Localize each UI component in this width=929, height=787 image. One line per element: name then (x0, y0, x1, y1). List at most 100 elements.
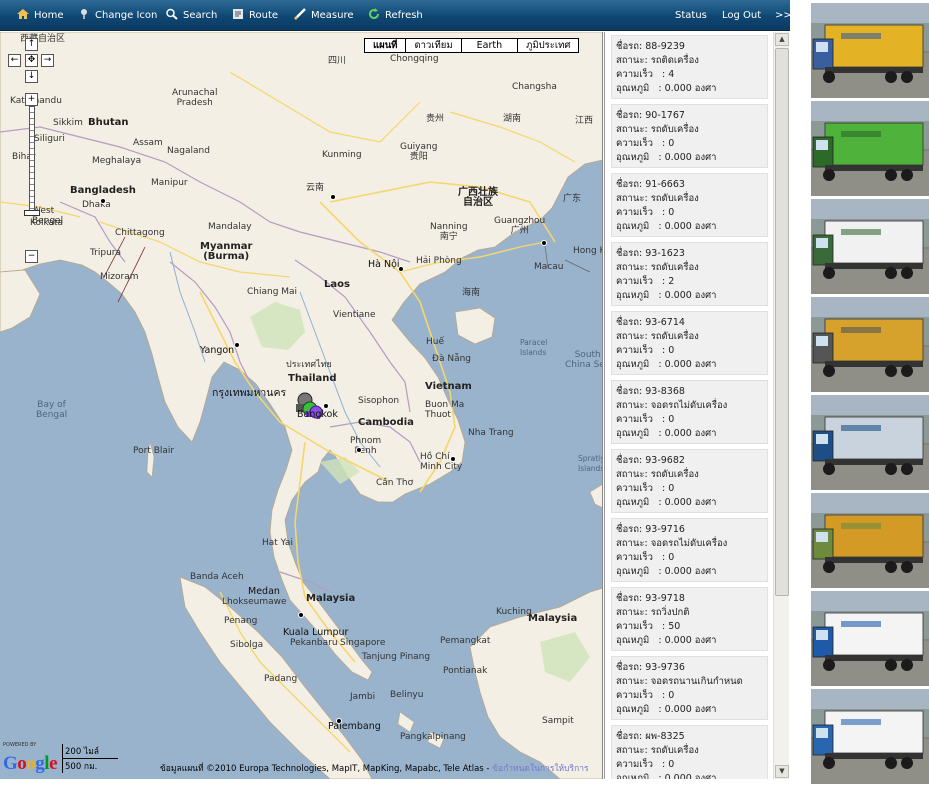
vehicle-list-scrollbar[interactable]: ▲ ▼ (773, 32, 789, 779)
map-label: Bay of Bengal (36, 400, 68, 420)
pan-down-button[interactable]: ↓ (25, 70, 38, 83)
map-type-selector: แผนที่ ดาวเทียม Earth ภูมิประเทศ (364, 38, 580, 53)
vehicle-name: ชื่อรถ: 90-1767 (616, 110, 685, 121)
map-label: Vietnam (425, 381, 472, 392)
home-icon (16, 8, 30, 20)
map-label: Đà Nẵng (432, 354, 472, 364)
pan-left-button[interactable]: ← (8, 54, 21, 67)
expand-toggle[interactable]: >> (775, 0, 792, 31)
pan-center-button[interactable]: ✥ (25, 54, 38, 67)
map-label: Cần Thơ (376, 478, 414, 488)
refresh-button[interactable]: Refresh (367, 0, 423, 31)
vehicle-speed: ความเร็ว : 0 (616, 345, 675, 356)
map-label: Cambodia (358, 417, 414, 428)
map-label: Nanning 南宁 (430, 222, 468, 242)
vehicle-temp: อุณหภูมิ : 0.000 องศา (616, 152, 717, 163)
map-label: Paracel Islands (520, 338, 548, 357)
map-label: Palembang (328, 721, 381, 732)
vehicle-status: สถานะ: รถวิ่งปกติ (616, 607, 690, 618)
home-button[interactable]: Home (16, 0, 64, 31)
map-label: Buon Ma Thuot (425, 400, 465, 420)
vehicle-card[interactable]: ชื่อรถ: 93-8368 สถานะ: จอดรถไม่ดับเครื่อง… (611, 380, 768, 444)
truck-photo-green-truck (811, 101, 929, 196)
vehicle-card[interactable]: ชื่อรถ: 93-9718 สถานะ: รถวิ่งปกติ ความเร็ว… (611, 587, 768, 651)
map-scale: 200 ไมล์ 500 กม. (62, 744, 148, 773)
logout-link[interactable]: Log Out (722, 0, 761, 31)
map-label: Singapore (340, 638, 386, 648)
vehicle-card[interactable]: ชื่อรถ: 93-1623 สถานะ: รถดับเครื่อง ความเร… (611, 242, 768, 306)
map-label: Sampit (542, 716, 574, 726)
vehicle-card[interactable]: ชื่อรถ: 88-9239 สถานะ: รถติดเครื่อง ความเร… (611, 35, 768, 99)
measure-button[interactable]: Measure (293, 0, 354, 31)
map-label: 湖南 (503, 114, 522, 124)
vehicle-list: ชื่อรถ: 88-9239 สถานะ: รถติดเครื่อง ความเร… (611, 35, 768, 779)
search-button[interactable]: Search (165, 0, 217, 31)
pan-up-button[interactable]: ↑ (25, 38, 38, 51)
vehicle-status: สถานะ: จอดรถไม่ดับเครื่อง (616, 538, 728, 549)
map-label: Hồ Chí Minh City (420, 452, 463, 472)
vehicle-temp: อุณหภูมิ : 0.000 องศา (616, 704, 717, 715)
vehicle-name: ชื่อรถ: 93-9682 (616, 455, 685, 466)
map-label: 广西壮族 自治区 (458, 187, 498, 208)
vehicle-card[interactable]: ชื่อรถ: 93-6714 สถานะ: รถดับเครื่อง ความเร… (611, 311, 768, 375)
map-view[interactable]: 西藏自治区 四川 重庆 Chongqing Arunachal Pradesh … (0, 32, 603, 779)
city-dot (100, 198, 106, 204)
vehicle-name: ชื่อรถ: 93-9736 (616, 662, 685, 673)
scale-km: 500 กม. (62, 759, 148, 773)
map-label: Sikkim (53, 118, 83, 128)
scroll-up-button[interactable]: ▲ (775, 33, 789, 46)
zoom-slider-track[interactable] (29, 106, 35, 212)
terms-link[interactable]: ข้อกำหนดในการให้บริการ (492, 764, 588, 774)
map-label: Belinyu (390, 690, 424, 700)
vehicle-temp: อุณหภูมิ : 0.000 องศา (616, 773, 717, 779)
map-label: Pontianak (443, 666, 488, 676)
map-type-map-button[interactable]: แผนที่ (365, 39, 407, 52)
truck-photo-yellow-trucks-yard (811, 297, 929, 392)
zoom-slider-thumb[interactable] (24, 210, 40, 216)
vehicle-card[interactable]: ชื่อรถ: ผพ-8325 สถานะ: รถดับเครื่อง ความเร… (611, 725, 768, 779)
zoom-in-button[interactable]: + (25, 93, 38, 106)
vehicle-card[interactable]: ชื่อรถ: 93-9682 สถานะ: รถดับเครื่อง ความเร… (611, 449, 768, 513)
city-dot (330, 194, 336, 200)
map-label: Chiang Mai (247, 287, 298, 297)
vehicle-status: สถานะ: รถดับเครื่อง (616, 262, 699, 273)
vehicle-card[interactable]: ชื่อรถ: 93-9736 สถานะ: จอดรถนานเกินกำหนดค… (611, 656, 768, 720)
map-type-satellite-button[interactable]: ดาวเทียม (406, 39, 462, 52)
route-button[interactable]: Route (231, 0, 278, 31)
search-icon (165, 8, 179, 20)
map-type-earth-button[interactable]: Earth (462, 39, 519, 52)
vehicle-status: สถานะ: รถดับเครื่อง (616, 469, 699, 480)
map-label: Tripura (90, 248, 122, 258)
zoom-out-button[interactable]: − (25, 250, 38, 263)
map-label: Padang (264, 674, 298, 684)
status-link[interactable]: Status (675, 0, 707, 31)
vehicle-temp: อุณหภูมิ : 0.000 องศา (616, 428, 717, 439)
map-label: Tanjung Pinang (362, 652, 431, 662)
map-label: Myanmar (Burma) (200, 241, 253, 262)
vehicle-card[interactable]: ชื่อรถ: 91-6663 สถานะ: รถดับเครื่อง ความเร… (611, 173, 768, 237)
vehicle-card[interactable]: ชื่อรถ: 90-1767 สถานะ: รถดับเครื่อง ความเร… (611, 104, 768, 168)
map-label: Macau (534, 262, 564, 272)
measure-icon (293, 8, 307, 20)
vehicle-card[interactable]: ชื่อรถ: 93-9716 สถานะ: จอดรถไม่ดับเครื่อง… (611, 518, 768, 582)
map-type-terrain-button[interactable]: ภูมิประเทศ (518, 39, 578, 52)
map-label: Manipur (151, 178, 188, 188)
map-label: กรุงเทพมหานคร (212, 387, 287, 399)
map-label: Meghalaya (92, 156, 142, 166)
city-dot (298, 612, 304, 618)
map-label: 江西 (575, 116, 594, 126)
map-label: Bangladesh (70, 185, 136, 196)
map-label: Jambi (350, 692, 376, 702)
pan-right-button[interactable]: → (41, 54, 54, 67)
city-dot (398, 266, 404, 272)
scroll-thumb[interactable] (775, 48, 789, 596)
map-label: Guangzhou 广州 (494, 216, 546, 236)
map-label: Nagaland (167, 146, 210, 156)
truck-photo-white-truck-warehouse (811, 199, 929, 294)
truck-photo-maersk-container-truck (811, 395, 929, 490)
map-label: Kuala Lumpur (283, 627, 349, 638)
change-icon-button[interactable]: Change Icon (77, 0, 157, 31)
vehicle-temp: อุณหภูมิ : 0.000 องศา (616, 635, 717, 646)
vehicle-speed: ความเร็ว : 0 (616, 690, 675, 701)
scroll-down-button[interactable]: ▼ (775, 765, 789, 778)
